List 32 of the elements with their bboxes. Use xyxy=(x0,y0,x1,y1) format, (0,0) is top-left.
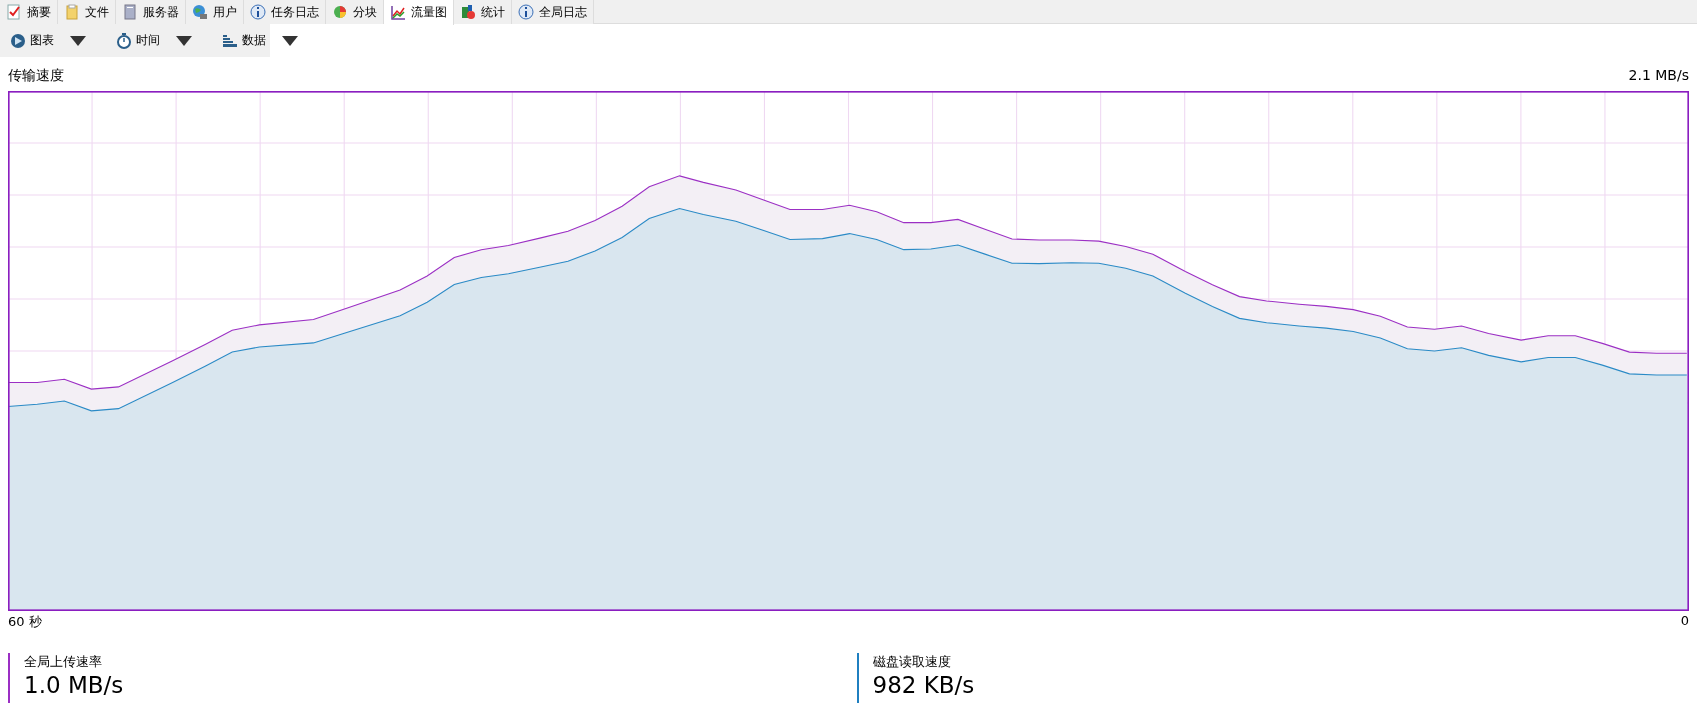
info-icon xyxy=(250,4,266,20)
tab[interactable]: 全局日志 xyxy=(512,0,594,24)
timer-icon xyxy=(116,32,132,49)
info-icon xyxy=(518,4,534,20)
stat-value: 982 KB/s xyxy=(872,672,976,698)
max-label: 2.1 MB/s xyxy=(1628,67,1689,85)
dropdown-button[interactable]: 图表 xyxy=(4,32,92,49)
tab[interactable]: 统计 xyxy=(454,0,512,24)
dropdown-button[interactable]: 时间 xyxy=(110,32,198,49)
axis-label: 60 秒 xyxy=(8,613,42,631)
dropdown-button[interactable]: 数据 xyxy=(216,32,304,49)
tab[interactable]: 分块 xyxy=(326,0,384,24)
tab[interactable]: 文件 xyxy=(58,0,116,24)
chart-icon xyxy=(10,32,26,49)
graph-icon xyxy=(390,4,406,21)
check-icon xyxy=(6,4,22,20)
globe-icon xyxy=(192,4,208,20)
tab[interactable]: 服务器 xyxy=(116,0,186,24)
stats-icon xyxy=(460,4,476,20)
stat-label: 全局上传速率 xyxy=(24,653,103,671)
pie-icon xyxy=(332,4,348,20)
tab[interactable]: 任务日志 xyxy=(244,0,326,24)
bars-icon xyxy=(222,32,238,49)
stat-label: 磁盘读取速度 xyxy=(872,653,952,671)
tab[interactable]: 摘要 xyxy=(0,0,58,24)
tab[interactable]: 用户 xyxy=(186,0,244,24)
chart-title: 传输速度 xyxy=(8,67,64,85)
file-icon xyxy=(64,4,80,20)
server-icon xyxy=(122,4,138,20)
tab[interactable]: 流量图 xyxy=(384,0,454,25)
axis-label: 0 xyxy=(1680,613,1689,630)
stat-value: 1.0 MB/s xyxy=(24,672,125,698)
